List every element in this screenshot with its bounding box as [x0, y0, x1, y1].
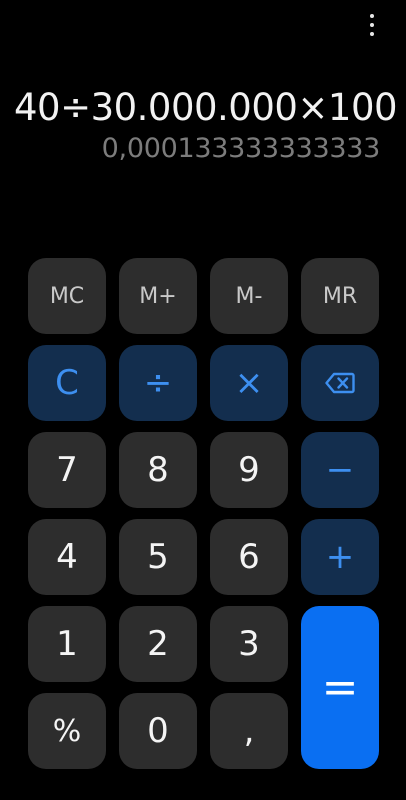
- memory-recall-button[interactable]: MR: [301, 258, 379, 334]
- digit-6-button[interactable]: 6: [210, 519, 288, 595]
- multiply-button[interactable]: ×: [210, 345, 288, 421]
- digit-1-button[interactable]: 1: [28, 606, 106, 682]
- result-preview: 0,000133333333333: [101, 133, 381, 164]
- more-options-icon[interactable]: [360, 8, 384, 42]
- clear-button[interactable]: C: [28, 345, 106, 421]
- menu-dot: [370, 32, 374, 36]
- divide-button[interactable]: ÷: [119, 345, 197, 421]
- menu-dot: [370, 23, 374, 27]
- digit-2-button[interactable]: 2: [119, 606, 197, 682]
- decimal-comma-button[interactable]: ,: [210, 693, 288, 769]
- memory-subtract-button[interactable]: M-: [210, 258, 288, 334]
- memory-clear-button[interactable]: MC: [28, 258, 106, 334]
- digit-3-button[interactable]: 3: [210, 606, 288, 682]
- add-button[interactable]: +: [301, 519, 379, 595]
- digit-0-button[interactable]: 0: [119, 693, 197, 769]
- menu-dot: [370, 14, 374, 18]
- digit-5-button[interactable]: 5: [119, 519, 197, 595]
- equals-button[interactable]: =: [301, 606, 379, 769]
- subtract-button[interactable]: −: [301, 432, 379, 508]
- display-area: 40÷30.000.000×100 0,000133333333333: [14, 86, 398, 166]
- digit-4-button[interactable]: 4: [28, 519, 106, 595]
- keypad: MC M+ M- MR C ÷ × 7 8 9 − 4 5 6 + 1 2 3 …: [28, 258, 379, 769]
- backspace-button[interactable]: [301, 345, 379, 421]
- digit-9-button[interactable]: 9: [210, 432, 288, 508]
- percent-button[interactable]: %: [28, 693, 106, 769]
- expression-display[interactable]: 40÷30.000.000×100: [14, 86, 398, 130]
- digit-8-button[interactable]: 8: [119, 432, 197, 508]
- memory-add-button[interactable]: M+: [119, 258, 197, 334]
- digit-7-button[interactable]: 7: [28, 432, 106, 508]
- backspace-icon: [325, 372, 355, 394]
- calculator-screen: 40÷30.000.000×100 0,000133333333333 MC M…: [0, 0, 406, 800]
